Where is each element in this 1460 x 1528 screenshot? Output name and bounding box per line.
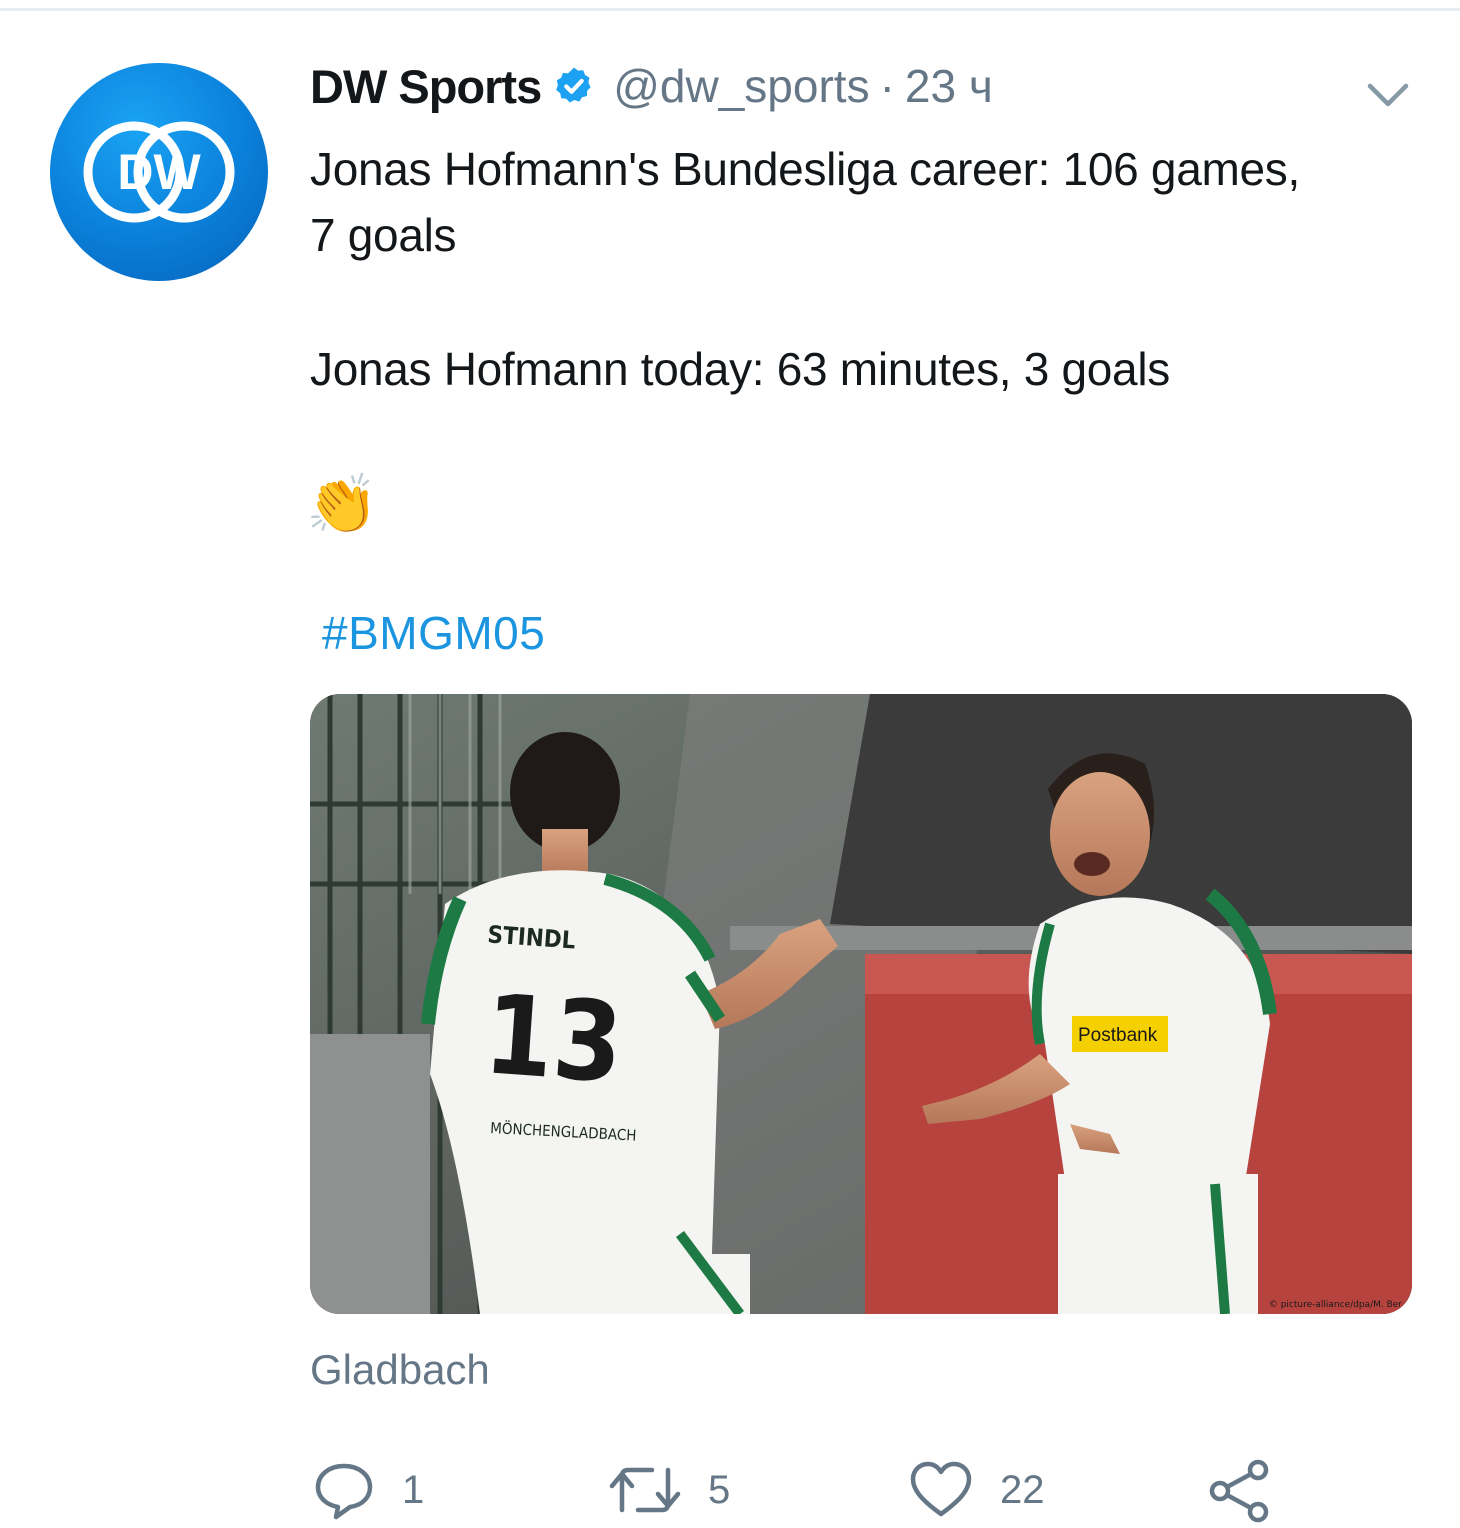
chevron-down-icon[interactable]	[1366, 80, 1410, 110]
tweet-photo[interactable]: STINDL 13 MÖNCHENGLADBACH Postbank © pic…	[310, 694, 1412, 1314]
reply-icon	[315, 1463, 373, 1520]
top-divider	[0, 8, 1460, 11]
dw-logo-icon: DW	[83, 121, 235, 223]
retweet-icon	[609, 1467, 681, 1513]
tweet-text-line-2: 7 goals	[310, 209, 457, 261]
tweet-text-line-1: Jonas Hofmann's Bundesliga career: 106 g…	[310, 143, 1300, 195]
share-icon	[1209, 1459, 1269, 1523]
author-name[interactable]: DW Sports	[310, 59, 542, 114]
like-count: 22	[1000, 1467, 1045, 1512]
author-handle[interactable]: @dw_sports	[613, 59, 869, 113]
clapping-hands-emoji: 👏	[306, 472, 379, 537]
share-button[interactable]	[1206, 1458, 1272, 1524]
photo-credit: © picture-alliance/dpa/M. Ber	[1268, 1300, 1402, 1310]
like-button[interactable]: 22	[908, 1458, 1045, 1522]
reply-button[interactable]: 1	[312, 1458, 424, 1522]
header-separator: ·	[879, 60, 895, 112]
tweet-header: DW Sports @dw_sports · 23 ч	[310, 54, 993, 118]
tweet-text-line-3: Jonas Hofmann today: 63 minutes, 3 goals	[310, 343, 1170, 395]
tweet-timestamp[interactable]: 23 ч	[905, 59, 993, 113]
sponsor-logo: Postbank	[1078, 1025, 1158, 1046]
avatar-logo-text: DW	[117, 144, 201, 200]
photo-caption: Gladbach	[310, 1346, 490, 1393]
author-avatar[interactable]: DW	[50, 63, 268, 281]
retweet-count: 5	[708, 1467, 731, 1512]
heart-icon	[910, 1461, 972, 1517]
retweet-button[interactable]: 5	[608, 1458, 730, 1522]
jersey-number: 13	[480, 970, 626, 1107]
hashtag-link[interactable]: #BMGM05	[322, 606, 545, 660]
verified-badge-icon	[556, 67, 591, 103]
photo-illustration: STINDL 13 MÖNCHENGLADBACH Postbank	[310, 694, 1412, 1314]
reply-count: 1	[402, 1467, 425, 1512]
